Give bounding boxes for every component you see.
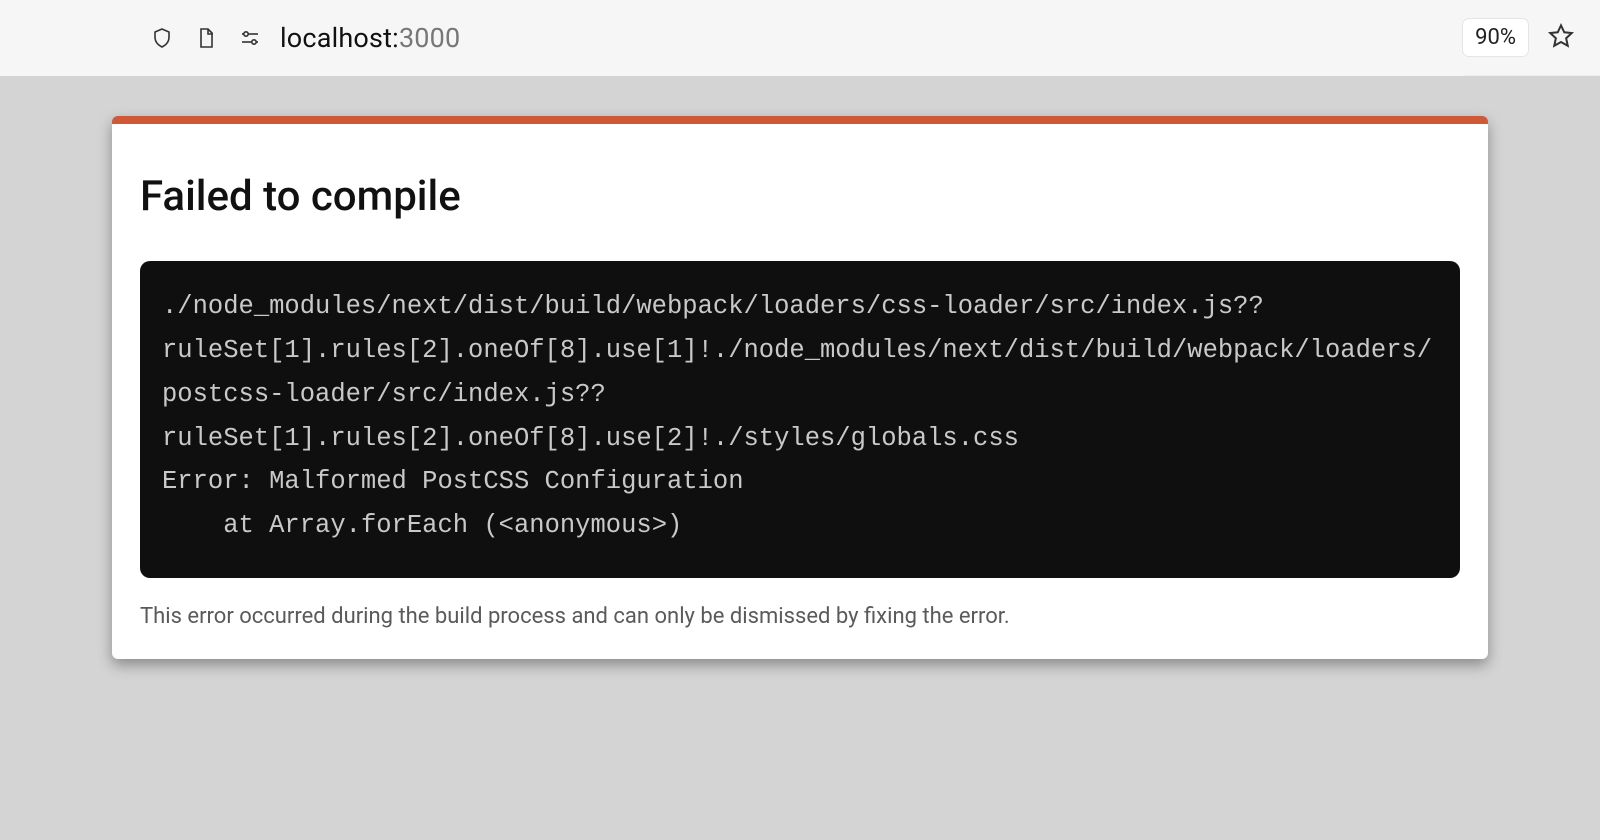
url-bar[interactable]: localhost:3000 [0, 22, 1463, 54]
tune-icon[interactable] [236, 24, 264, 52]
zoom-level[interactable]: 90% [1463, 19, 1528, 56]
error-stack: ./node_modules/next/dist/build/webpack/l… [140, 261, 1460, 578]
url-bar-container: localhost:3000 [0, 0, 1463, 76]
error-title: Failed to compile [140, 172, 1460, 221]
address-text[interactable]: localhost:3000 [280, 22, 460, 54]
page-icon [192, 24, 220, 52]
shield-icon[interactable] [148, 24, 176, 52]
address-host: localhost: [280, 22, 399, 54]
browser-chrome: localhost:3000 90% [0, 0, 1600, 76]
error-footnote: This error occurred during the build pro… [140, 604, 1460, 629]
error-card: Failed to compile ./node_modules/next/di… [112, 116, 1488, 659]
address-port: 3000 [399, 22, 461, 54]
page-content: Failed to compile ./node_modules/next/di… [0, 76, 1600, 659]
bookmark-star-icon[interactable] [1546, 21, 1576, 55]
